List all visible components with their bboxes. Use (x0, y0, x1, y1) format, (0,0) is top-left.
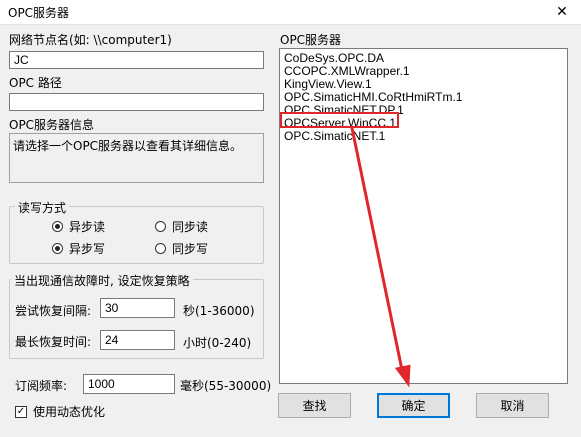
cancel-button[interactable]: 取消 (476, 393, 549, 418)
annotation-arrow (350, 126, 411, 388)
find-button[interactable]: 查找 (278, 393, 351, 418)
ok-button[interactable]: 确定 (377, 393, 450, 418)
